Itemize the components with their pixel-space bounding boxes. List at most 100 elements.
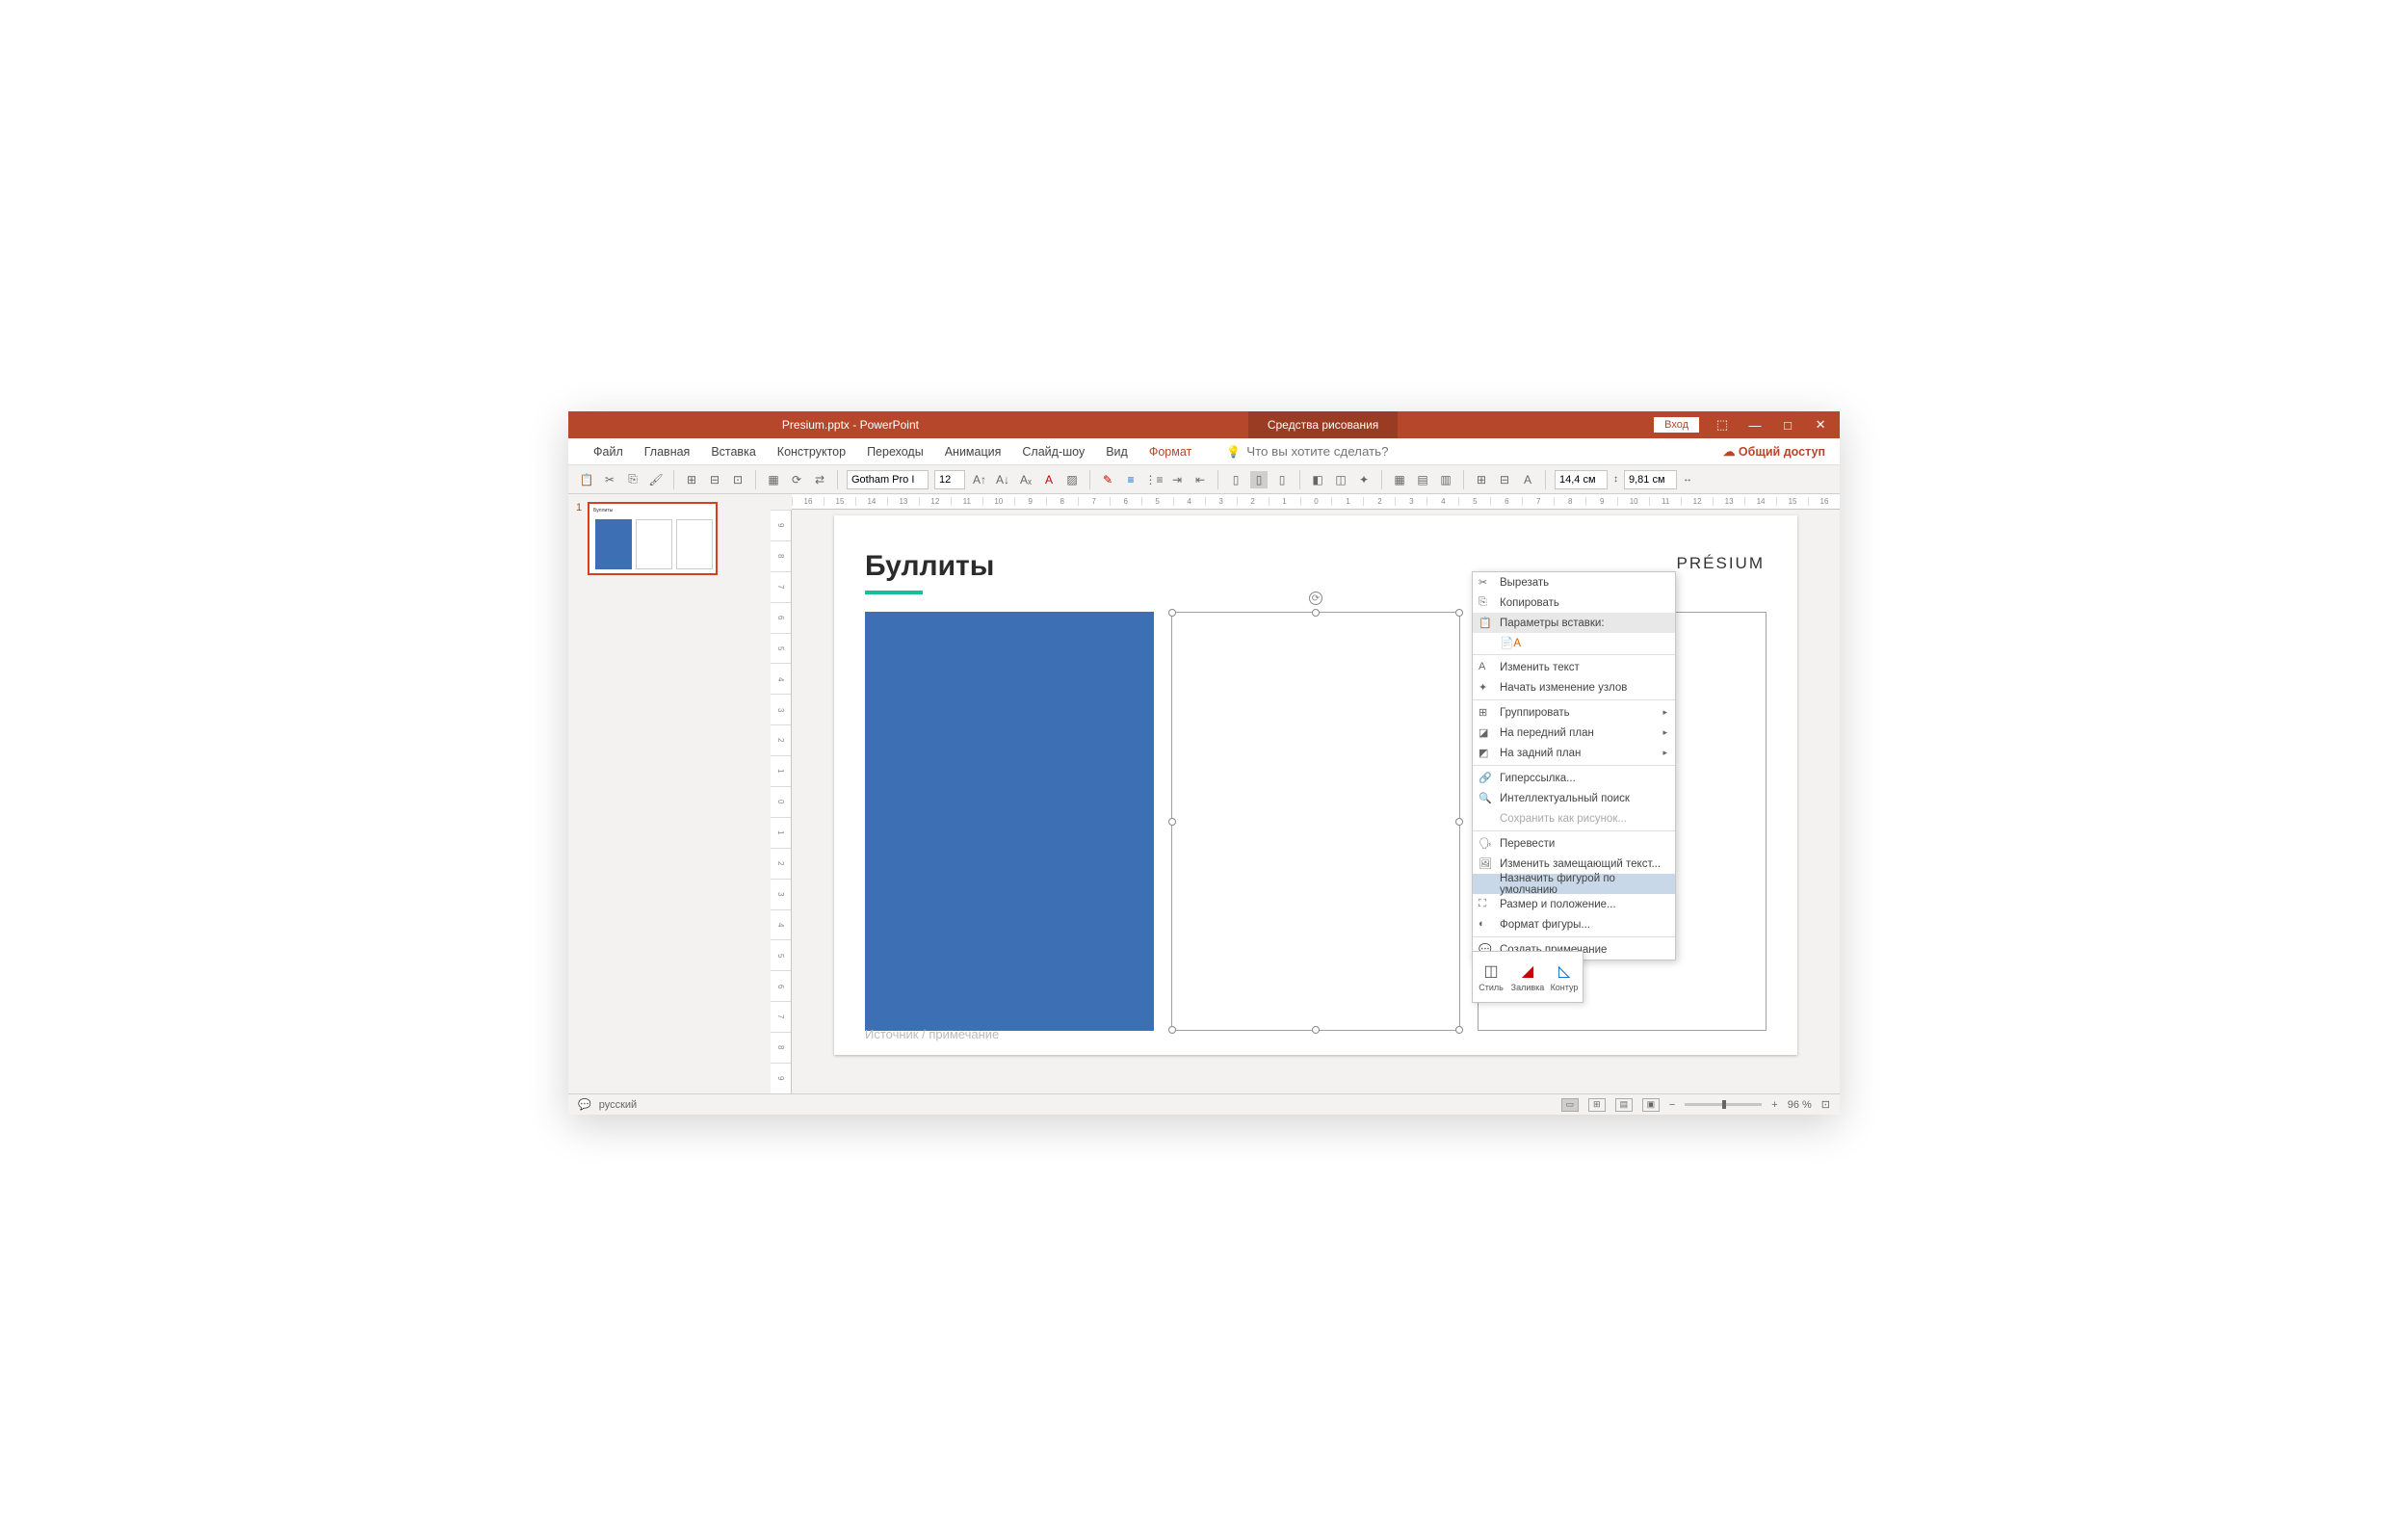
signin-button[interactable]: Вход <box>1654 417 1699 433</box>
resize-handle[interactable] <box>1455 609 1463 617</box>
zoom-out-button[interactable]: − <box>1669 1099 1675 1111</box>
shape-width-input[interactable] <box>1624 470 1677 489</box>
bullets-icon[interactable]: ≡ <box>1122 471 1139 488</box>
group-icon[interactable]: ⊡ <box>729 471 746 488</box>
contextual-tab-drawing-tools[interactable]: Средства рисования <box>1248 411 1398 438</box>
ctx-edit-points[interactable]: ✦Начать изменение узлов <box>1473 677 1675 697</box>
resize-handle[interactable] <box>1312 609 1320 617</box>
table-icon[interactable]: ▦ <box>1391 471 1408 488</box>
tell-me-input[interactable] <box>1246 444 1420 459</box>
distribute-icon[interactable]: ⊟ <box>706 471 723 488</box>
translate-icon: 🗣 <box>1479 837 1492 851</box>
zoom-slider[interactable] <box>1685 1103 1762 1106</box>
wordart-icon[interactable]: A <box>1519 471 1536 488</box>
selected-shape-placeholder[interactable]: ⟳ <box>1171 612 1460 1031</box>
mini-outline-button[interactable]: ◺Контур <box>1546 952 1583 1002</box>
ribbon-options-icon[interactable]: ⬚ <box>1713 417 1732 433</box>
pen-icon[interactable]: ✎ <box>1099 471 1116 488</box>
insert-row-icon[interactable]: ▤ <box>1414 471 1431 488</box>
align-icon[interactable]: ⊞ <box>683 471 700 488</box>
arrange-icon[interactable]: ▦ <box>765 471 782 488</box>
resize-handle[interactable] <box>1168 609 1176 617</box>
increase-font-icon[interactable]: A↑ <box>971 471 988 488</box>
minimize-icon[interactable]: — <box>1745 418 1765 433</box>
align-right-icon[interactable]: ▯ <box>1273 471 1291 488</box>
indent-icon[interactable]: ⇥ <box>1168 471 1186 488</box>
zoom-level[interactable]: 96 % <box>1788 1099 1812 1111</box>
resize-handle[interactable] <box>1312 1026 1320 1034</box>
paste-text-only-icon[interactable]: 📄A <box>1500 638 1521 649</box>
ctx-smart-lookup[interactable]: 🔍Интеллектуальный поиск <box>1473 788 1675 808</box>
align-left-icon[interactable]: ▯ <box>1227 471 1244 488</box>
decrease-font-icon[interactable]: A↓ <box>994 471 1011 488</box>
context-menu: ✂Вырезать ⎘Копировать 📋Параметры вставки… <box>1472 571 1676 960</box>
outdent-icon[interactable]: ⇤ <box>1191 471 1209 488</box>
insert-col-icon[interactable]: ▥ <box>1437 471 1454 488</box>
split-icon[interactable]: ⊟ <box>1496 471 1513 488</box>
tab-insert[interactable]: Вставка <box>700 445 766 459</box>
resize-handle[interactable] <box>1168 818 1176 826</box>
shape-outline-icon[interactable]: ◫ <box>1332 471 1349 488</box>
tell-me-search: 💡 <box>1226 444 1420 459</box>
ctx-edit-text[interactable]: AИзменить текст <box>1473 657 1675 677</box>
language-indicator[interactable]: русский <box>599 1099 637 1111</box>
ctx-copy[interactable]: ⎘Копировать <box>1473 592 1675 613</box>
rotate-handle-icon[interactable]: ⟳ <box>1309 592 1322 605</box>
tab-format[interactable]: Формат <box>1139 445 1202 459</box>
resize-handle[interactable] <box>1455 1026 1463 1034</box>
font-color-icon[interactable]: A <box>1040 471 1058 488</box>
merge-icon[interactable]: ⊞ <box>1473 471 1490 488</box>
zoom-in-button[interactable]: + <box>1771 1099 1777 1111</box>
reading-view-button[interactable]: ▤ <box>1615 1098 1633 1112</box>
ctx-size-position[interactable]: ⛶Размер и положение... <box>1473 894 1675 914</box>
mini-style-button[interactable]: ◫Стиль <box>1473 952 1509 1002</box>
tab-animations[interactable]: Анимация <box>934 445 1012 459</box>
ctx-group[interactable]: ⊞Группировать▸ <box>1473 702 1675 723</box>
tab-slideshow[interactable]: Слайд-шоу <box>1011 445 1095 459</box>
flip-icon[interactable]: ⇄ <box>811 471 828 488</box>
slide-title[interactable]: Буллиты <box>865 550 994 583</box>
ctx-translate[interactable]: 🗣Перевести <box>1473 833 1675 854</box>
fit-to-window-button[interactable]: ⊡ <box>1821 1098 1830 1111</box>
tab-home[interactable]: Главная <box>634 445 701 459</box>
shape-fill-icon[interactable]: ◧ <box>1309 471 1326 488</box>
slide-footer[interactable]: Источник / примечание <box>865 1027 999 1041</box>
cut-icon[interactable]: ✂ <box>601 471 618 488</box>
tab-design[interactable]: Конструктор <box>767 445 856 459</box>
mini-fill-button[interactable]: ◢Заливка <box>1509 952 1546 1002</box>
ctx-alt-text[interactable]: 🖼Изменить замещающий текст... <box>1473 854 1675 874</box>
font-selector[interactable] <box>847 470 929 489</box>
clear-format-icon[interactable]: Aₓ <box>1017 471 1034 488</box>
comments-icon[interactable]: 💬 <box>578 1098 591 1111</box>
sorter-view-button[interactable]: ⊞ <box>1588 1098 1606 1112</box>
format-painter-icon[interactable]: 🖌 <box>647 471 665 488</box>
tab-file[interactable]: Файл <box>583 445 634 459</box>
paste-icon[interactable]: 📋 <box>578 471 595 488</box>
close-icon[interactable]: ✕ <box>1811 417 1830 433</box>
slide-thumbnail-1[interactable]: Буллиты <box>588 502 718 575</box>
ctx-bring-to-front[interactable]: ◪На передний план▸ <box>1473 723 1675 743</box>
copy-icon[interactable]: ⎘ <box>624 471 641 488</box>
resize-handle[interactable] <box>1168 1026 1176 1034</box>
ctx-format-shape[interactable]: ◐Формат фигуры... <box>1473 914 1675 934</box>
share-button[interactable]: ☁ Общий доступ <box>1723 444 1825 459</box>
normal-view-button[interactable]: ▭ <box>1561 1098 1579 1112</box>
slideshow-view-button[interactable]: ▣ <box>1642 1098 1660 1112</box>
blue-rectangle-shape[interactable] <box>865 612 1154 1031</box>
numbering-icon[interactable]: ⋮≡ <box>1145 471 1163 488</box>
resize-handle[interactable] <box>1455 818 1463 826</box>
align-center-icon[interactable]: ▯ <box>1250 471 1268 488</box>
shape-effects-icon[interactable]: ✦ <box>1355 471 1373 488</box>
highlight-icon[interactable]: ▨ <box>1063 471 1081 488</box>
shape-height-input[interactable] <box>1555 470 1608 489</box>
ctx-hyperlink[interactable]: 🔗Гиперссылка... <box>1473 768 1675 788</box>
font-size-selector[interactable] <box>934 470 965 489</box>
ctx-send-to-back[interactable]: ◩На задний план▸ <box>1473 743 1675 763</box>
tab-transitions[interactable]: Переходы <box>856 445 934 459</box>
slide-canvas-area: 1615141312111098765432101234567891011121… <box>771 494 1840 1093</box>
rotate-icon[interactable]: ⟳ <box>788 471 805 488</box>
maximize-icon[interactable]: □ <box>1778 418 1797 433</box>
ctx-cut[interactable]: ✂Вырезать <box>1473 572 1675 592</box>
tab-view[interactable]: Вид <box>1095 445 1139 459</box>
ctx-set-default-shape[interactable]: Назначить фигурой по умолчанию <box>1473 874 1675 894</box>
